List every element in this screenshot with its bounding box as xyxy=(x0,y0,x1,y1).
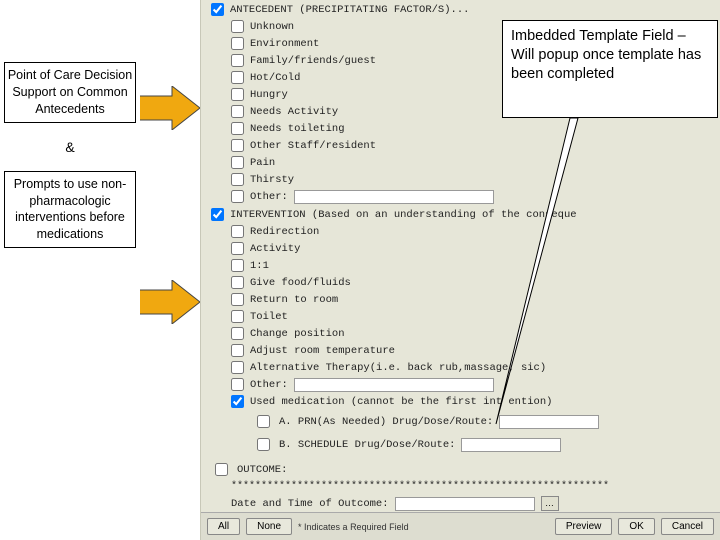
antecedent-item-checkbox[interactable] xyxy=(231,173,244,186)
intervention-item: Toilet xyxy=(201,308,720,325)
intervention-other-checkbox[interactable] xyxy=(231,378,244,391)
intervention-item: Redirection xyxy=(201,223,720,240)
outcome-checkbox[interactable] xyxy=(215,463,228,476)
antecedent-item-checkbox[interactable] xyxy=(231,139,244,152)
intervention-item-checkbox[interactable] xyxy=(231,293,244,306)
antecedent-item-checkbox[interactable] xyxy=(231,122,244,135)
used-med-checkbox[interactable] xyxy=(231,395,244,408)
callout-box: Imbedded Template Field – Will popup onc… xyxy=(502,20,718,118)
antecedent-item-label: Family/friends/guest xyxy=(250,55,376,67)
intervention-other-row: Other: xyxy=(201,376,720,393)
antecedent-item-checkbox[interactable] xyxy=(231,37,244,50)
intervention-other-label: Other: xyxy=(250,379,288,391)
info-box-interventions: Prompts to use non-pharmacologic interve… xyxy=(4,171,136,249)
arrow-icon xyxy=(132,86,200,130)
antecedent-item-label: Needs Activity xyxy=(250,106,338,118)
intervention-item-checkbox[interactable] xyxy=(231,276,244,289)
intervention-item-label: Toilet xyxy=(250,311,288,323)
intervention-other-input[interactable] xyxy=(294,378,494,392)
antecedent-item: Pain xyxy=(201,154,720,171)
intervention-item-checkbox[interactable] xyxy=(231,361,244,374)
antecedent-item-label: Pain xyxy=(250,157,275,169)
antecedent-item-label: Needs toileting xyxy=(250,123,345,135)
intervention-item: Give food/fluids xyxy=(201,274,720,291)
intervention-item-checkbox[interactable] xyxy=(231,344,244,357)
intervention-item-checkbox[interactable] xyxy=(231,310,244,323)
antecedent-item-label: Other Staff/resident xyxy=(250,140,376,152)
antecedent-checkbox[interactable] xyxy=(211,3,224,16)
ampersand: & xyxy=(0,139,140,155)
antecedent-other-label: Other: xyxy=(250,191,288,203)
intervention-item-checkbox[interactable] xyxy=(231,259,244,272)
antecedent-other-row: Other: xyxy=(201,188,720,205)
intervention-header[interactable]: INTERVENTION (Based on an understanding … xyxy=(201,205,720,223)
preview-button[interactable]: Preview xyxy=(555,518,613,535)
ok-button[interactable]: OK xyxy=(618,518,654,535)
med-prn-row: A. PRN(As Needed) Drug/Dose/Route: xyxy=(201,410,720,433)
antecedent-item-checkbox[interactable] xyxy=(231,20,244,33)
all-button[interactable]: All xyxy=(207,518,240,535)
intervention-item: Change position xyxy=(201,325,720,342)
used-med-row: Used medication (cannot be the first int… xyxy=(201,393,720,410)
info-box-antecedents: Point of Care Decision Support on Common… xyxy=(4,62,136,123)
antecedent-item-label: Thirsty xyxy=(250,174,294,186)
intervention-item: Activity xyxy=(201,240,720,257)
med-prn-checkbox[interactable] xyxy=(257,415,270,428)
callout-tail-icon xyxy=(490,116,580,426)
antecedent-item: Thirsty xyxy=(201,171,720,188)
antecedent-item-label: Environment xyxy=(250,38,319,50)
intervention-item: Alternative Therapy(i.e. back rub,massag… xyxy=(201,359,720,376)
antecedent-item-checkbox[interactable] xyxy=(231,71,244,84)
intervention-item: Adjust room temperature xyxy=(201,342,720,359)
cancel-button[interactable]: Cancel xyxy=(661,518,714,535)
med-prn-label: A. PRN(As Needed) Drug/Dose/Route: xyxy=(279,416,493,428)
outcome-dt-label: Date and Time of Outcome: xyxy=(231,498,389,510)
none-button[interactable]: None xyxy=(246,518,292,535)
med-schedule-row: B. SCHEDULE Drug/Dose/Route: xyxy=(201,433,720,456)
antecedent-item-checkbox[interactable] xyxy=(231,156,244,169)
antecedent-item: Other Staff/resident xyxy=(201,137,720,154)
intervention-item-label: Return to room xyxy=(250,294,338,306)
intervention-item-label: Activity xyxy=(250,243,300,255)
intervention-item-label: Change position xyxy=(250,328,345,340)
intervention-item-checkbox[interactable] xyxy=(231,225,244,238)
med-schedule-label: B. SCHEDULE Drug/Dose/Route: xyxy=(279,439,455,451)
outcome-dt-input[interactable] xyxy=(395,497,535,511)
intervention-item-label: Adjust room temperature xyxy=(250,345,395,357)
button-bar: All None * Indicates a Required Field Pr… xyxy=(201,512,720,540)
intervention-item-label: Redirection xyxy=(250,226,319,238)
intervention-item-label: Give food/fluids xyxy=(250,277,351,289)
med-schedule-input[interactable] xyxy=(461,438,561,452)
antecedent-item-checkbox[interactable] xyxy=(231,54,244,67)
outcome-label: OUTCOME: xyxy=(237,464,287,476)
intervention-item-label: 1:1 xyxy=(250,260,269,272)
outcome-dt-picker-button[interactable]: … xyxy=(541,496,559,511)
intervention-item: Return to room xyxy=(201,291,720,308)
intervention-item-checkbox[interactable] xyxy=(231,242,244,255)
antecedent-item: Needs toileting xyxy=(201,120,720,137)
antecedent-other-input[interactable] xyxy=(294,190,494,204)
divider-stars: ****************************************… xyxy=(201,481,720,492)
antecedent-header[interactable]: ANTECEDENT (PRECIPITATING FACTOR/S)... xyxy=(201,0,720,18)
antecedent-title: ANTECEDENT (PRECIPITATING FACTOR/S)... xyxy=(230,4,469,16)
antecedent-item-label: Unknown xyxy=(250,21,294,33)
outcome-header[interactable]: OUTCOME: xyxy=(201,456,720,481)
antecedent-item-checkbox[interactable] xyxy=(231,88,244,101)
antecedent-item-checkbox[interactable] xyxy=(231,105,244,118)
antecedent-item-label: Hot/Cold xyxy=(250,72,300,84)
intervention-item-checkbox[interactable] xyxy=(231,327,244,340)
antecedent-item-label: Hungry xyxy=(250,89,288,101)
arrow-icon xyxy=(132,280,200,324)
left-panel: Point of Care Decision Support on Common… xyxy=(0,0,140,540)
intervention-checkbox[interactable] xyxy=(211,208,224,221)
med-schedule-checkbox[interactable] xyxy=(257,438,270,451)
antecedent-other-checkbox[interactable] xyxy=(231,190,244,203)
required-note: * Indicates a Required Field xyxy=(298,522,409,532)
intervention-item: 1:1 xyxy=(201,257,720,274)
